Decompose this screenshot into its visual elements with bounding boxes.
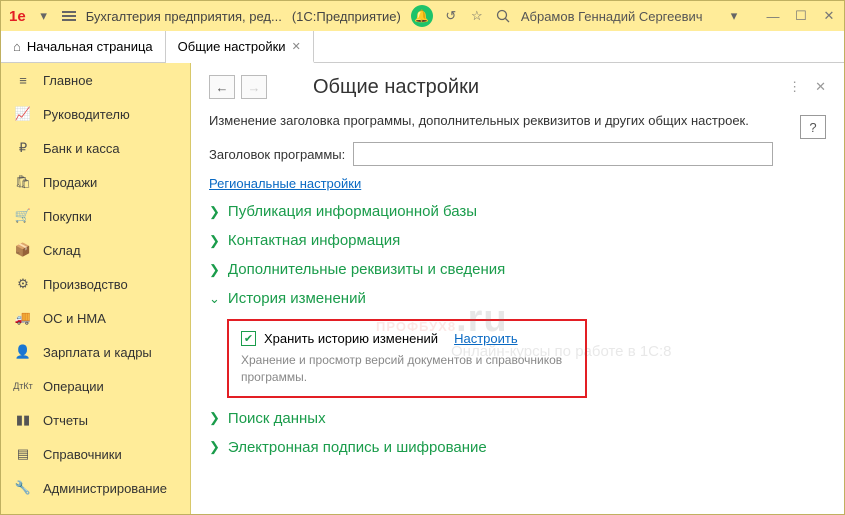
tab-active-label: Общие настройки bbox=[178, 39, 286, 54]
sidebar-item-production[interactable]: ⚙Производство bbox=[1, 267, 190, 301]
store-history-checkbox[interactable]: ✔ bbox=[241, 331, 256, 346]
nav-back-button[interactable]: ← bbox=[209, 75, 235, 99]
sidebar-item-bank[interactable]: ₽Банк и касса bbox=[1, 131, 190, 165]
sidebar-item-assets[interactable]: 🚚ОС и НМА bbox=[1, 301, 190, 335]
close-window-button[interactable]: ✕ bbox=[822, 9, 836, 23]
wrench-icon: 🔧 bbox=[15, 480, 31, 496]
bell-icon[interactable]: 🔔 bbox=[411, 5, 433, 27]
chevron-down-icon: ⌄ bbox=[209, 291, 220, 307]
box-icon: 📦 bbox=[15, 242, 31, 258]
sidebar-item-catalogs[interactable]: ▤Справочники bbox=[1, 437, 190, 471]
home-icon: ⌂ bbox=[13, 39, 21, 54]
store-history-label: Хранить историю изменений bbox=[264, 331, 438, 346]
page-toolbar: ← → Общие настройки ⋮ ✕ bbox=[209, 75, 826, 99]
menu-icon[interactable] bbox=[62, 11, 76, 21]
sidebar-item-admin[interactable]: 🔧Администрирование bbox=[1, 471, 190, 505]
sidebar-item-operations[interactable]: ДтКтОперации bbox=[1, 369, 190, 403]
titlebar: 1e ▾ Бухгалтерия предприятия, ред... (1С… bbox=[1, 1, 844, 31]
program-title-input[interactable] bbox=[353, 142, 773, 166]
ruble-icon: ₽ bbox=[15, 140, 31, 156]
history-icon[interactable]: ↺ bbox=[443, 8, 459, 24]
ops-icon: ДтКт bbox=[15, 378, 31, 394]
section-extra[interactable]: ❯Дополнительные реквизиты и сведения bbox=[209, 261, 826, 278]
tab-home-label: Начальная страница bbox=[27, 39, 153, 54]
minimize-button[interactable]: — bbox=[766, 9, 780, 23]
section-history[interactable]: ⌄История изменений bbox=[209, 290, 826, 307]
maximize-button[interactable]: ☐ bbox=[794, 9, 808, 23]
bag-icon: 🛍 bbox=[15, 174, 31, 190]
gear-icon: ⚙ bbox=[15, 276, 31, 292]
nav-forward-button[interactable]: → bbox=[241, 75, 267, 99]
chevron-right-icon: ❯ bbox=[209, 410, 220, 426]
tab-home[interactable]: ⌂ Начальная страница bbox=[1, 31, 166, 62]
list-icon: ≡ bbox=[15, 72, 31, 88]
tab-close-icon[interactable]: ✕ bbox=[292, 40, 301, 53]
chevron-right-icon: ❯ bbox=[209, 439, 220, 455]
section-contact[interactable]: ❯Контактная информация bbox=[209, 232, 826, 249]
star-icon[interactable]: ☆ bbox=[469, 8, 485, 24]
dropdown-icon[interactable]: ▾ bbox=[36, 8, 52, 24]
section-publication[interactable]: ❯Публикация информационной базы bbox=[209, 203, 826, 220]
person-icon: 👤 bbox=[15, 344, 31, 360]
history-hint: Хранение и просмотр версий документов и … bbox=[241, 352, 573, 386]
chevron-right-icon: ❯ bbox=[209, 204, 220, 220]
chevron-right-icon: ❯ bbox=[209, 262, 220, 278]
configure-history-link[interactable]: Настроить bbox=[454, 331, 518, 346]
sidebar-item-manager[interactable]: 📈Руководителю bbox=[1, 97, 190, 131]
main-content: ПРОФБУХ8.ru Онлайн-курсы по работе в 1С:… bbox=[191, 63, 844, 514]
sidebar: ≡Главное 📈Руководителю ₽Банк и касса 🛍Пр… bbox=[1, 63, 191, 514]
tabbar: ⌂ Начальная страница Общие настройки ✕ bbox=[1, 31, 844, 63]
logo-1c: 1e bbox=[9, 8, 26, 25]
bars-icon: ▮▮ bbox=[15, 412, 31, 428]
program-title-label: Заголовок программы: bbox=[209, 147, 345, 162]
app-title: Бухгалтерия предприятия, ред... bbox=[86, 9, 282, 24]
section-signature[interactable]: ❯Электронная подпись и шифрование bbox=[209, 439, 826, 456]
help-button[interactable]: ? bbox=[800, 115, 826, 139]
close-page-icon[interactable]: ✕ bbox=[815, 79, 826, 95]
more-icon[interactable]: ⋮ bbox=[788, 79, 801, 95]
regional-settings-link[interactable]: Региональные настройки bbox=[209, 176, 361, 191]
sidebar-item-sales[interactable]: 🛍Продажи bbox=[1, 165, 190, 199]
sidebar-item-main[interactable]: ≡Главное bbox=[1, 63, 190, 97]
section-search[interactable]: ❯Поиск данных bbox=[209, 410, 826, 427]
cart-icon: 🛒 bbox=[15, 208, 31, 224]
book-icon: ▤ bbox=[15, 446, 31, 462]
sidebar-item-reports[interactable]: ▮▮Отчеты bbox=[1, 403, 190, 437]
tab-general-settings[interactable]: Общие настройки ✕ bbox=[166, 31, 314, 63]
page-title: Общие настройки bbox=[313, 76, 479, 99]
search-icon[interactable] bbox=[495, 8, 511, 24]
caret-icon[interactable]: ▾ bbox=[726, 8, 742, 24]
history-highlight-box: ✔ Хранить историю изменений Настроить Хр… bbox=[227, 319, 587, 398]
user-name[interactable]: Абрамов Геннадий Сергеевич bbox=[521, 9, 703, 24]
page-description: Изменение заголовка программы, дополните… bbox=[209, 113, 826, 128]
platform-label: (1С:Предприятие) bbox=[292, 9, 401, 24]
chart-icon: 📈 bbox=[15, 106, 31, 122]
sidebar-item-salary[interactable]: 👤Зарплата и кадры bbox=[1, 335, 190, 369]
sidebar-item-purchases[interactable]: 🛒Покупки bbox=[1, 199, 190, 233]
truck-icon: 🚚 bbox=[15, 310, 31, 326]
sidebar-item-warehouse[interactable]: 📦Склад bbox=[1, 233, 190, 267]
chevron-right-icon: ❯ bbox=[209, 233, 220, 249]
